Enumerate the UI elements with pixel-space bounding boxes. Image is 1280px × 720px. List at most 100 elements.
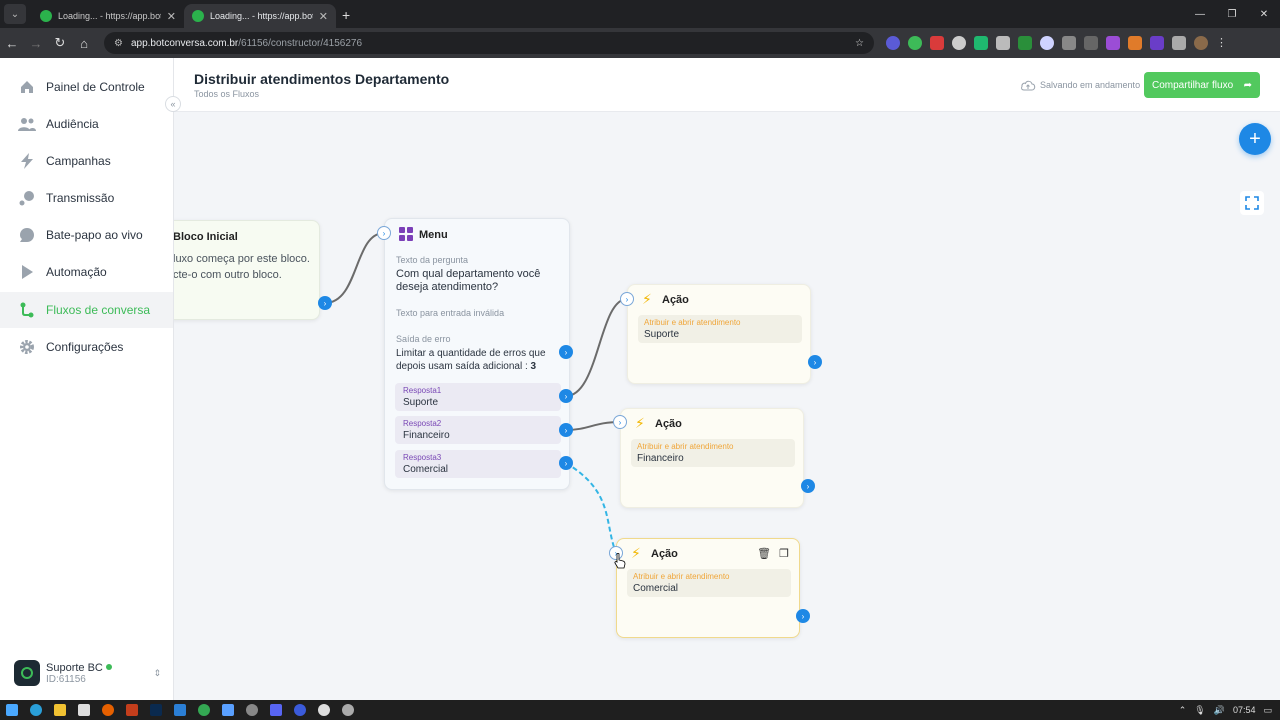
- new-tab-button[interactable]: +: [342, 7, 350, 23]
- chrome-icon[interactable]: [198, 704, 210, 716]
- share-arrow-icon: ➦: [1243, 79, 1252, 91]
- response3-port[interactable]: ›: [559, 456, 573, 470]
- action-output-port[interactable]: ›: [801, 479, 815, 493]
- sidebar-item-label: Transmissão: [46, 191, 115, 205]
- extension-icon[interactable]: [1128, 36, 1142, 50]
- page-title: Distribuir atendimentos Departamento: [194, 71, 450, 87]
- action-output-port[interactable]: ›: [796, 609, 810, 623]
- start-block-output-port[interactable]: ›: [318, 296, 332, 310]
- sidebar-item-fluxos[interactable]: Fluxos de conversa: [0, 292, 173, 328]
- browser-tab-1[interactable]: Loading... - https://app.botcon ✕: [32, 4, 184, 28]
- minimize-icon[interactable]: —: [1184, 0, 1216, 28]
- extensions-puzzle-icon[interactable]: [1172, 36, 1186, 50]
- calculator-icon[interactable]: [78, 704, 90, 716]
- discord-icon[interactable]: [270, 704, 282, 716]
- account-avatar: [14, 660, 40, 686]
- sidebar-item-transmissao[interactable]: Transmissão: [0, 180, 173, 216]
- browser-tab-2[interactable]: Loading... - https://app.botcon ✕: [184, 4, 336, 28]
- extension-icon[interactable]: [952, 36, 966, 50]
- extension-icon[interactable]: [974, 36, 988, 50]
- sidebar-item-bate-papo[interactable]: Bate-papo ao vivo: [0, 217, 173, 253]
- account-name: Suporte BC: [46, 661, 103, 674]
- extension-icon[interactable]: [1018, 36, 1032, 50]
- back-icon[interactable]: ←: [0, 36, 24, 51]
- connection-menu-suporte: [565, 298, 628, 397]
- sidebar-item-label: Campanhas: [46, 154, 111, 168]
- close-window-icon[interactable]: ✕: [1248, 0, 1280, 28]
- app-icon[interactable]: [318, 704, 330, 716]
- response2-port[interactable]: ›: [559, 423, 573, 437]
- browser-menu-icon[interactable]: ⋮: [1216, 36, 1230, 50]
- firefox-icon[interactable]: [102, 704, 114, 716]
- chevron-up-icon[interactable]: ⌃: [1179, 705, 1187, 716]
- flow-icon: [18, 301, 36, 319]
- connection-menu-comercial-dragging: [565, 462, 617, 554]
- windows-start-icon[interactable]: [6, 704, 18, 716]
- photoshop-icon[interactable]: [150, 704, 162, 716]
- extension-icon[interactable]: [1150, 36, 1164, 50]
- sidebar-item-label: Fluxos de conversa: [46, 303, 151, 317]
- app-icon[interactable]: [246, 704, 258, 716]
- tab-title: Loading... - https://app.botcon: [210, 11, 313, 21]
- extension-icon[interactable]: [1106, 36, 1120, 50]
- reload-icon[interactable]: ↻: [48, 35, 72, 51]
- extension-icon[interactable]: [1084, 36, 1098, 50]
- close-tab-icon[interactable]: ✕: [319, 10, 328, 23]
- sidebar-item-audiencia[interactable]: Audiência: [0, 106, 173, 142]
- botconversa-favicon-icon: [40, 10, 52, 22]
- app-icon[interactable]: [126, 704, 138, 716]
- forward-icon[interactable]: →: [24, 36, 48, 51]
- app-icon[interactable]: [222, 704, 234, 716]
- bookmark-star-icon[interactable]: ☆: [855, 38, 864, 49]
- share-flow-button[interactable]: Compartilhar fluxo ➦: [1144, 72, 1260, 98]
- app-icon[interactable]: [342, 704, 354, 716]
- switch-account-icon[interactable]: ⇕: [153, 668, 161, 679]
- account-switcher[interactable]: Suporte BC ID:61156 ⇕: [0, 648, 173, 698]
- window-controls: — ❐ ✕: [1184, 0, 1280, 28]
- app-icon[interactable]: [294, 704, 306, 716]
- users-icon: [18, 115, 36, 133]
- extension-icon[interactable]: [886, 36, 900, 50]
- file-explorer-icon[interactable]: [54, 704, 66, 716]
- flow-header: Distribuir atendimentos Departamento Tod…: [174, 58, 1280, 112]
- restore-icon[interactable]: ❐: [1216, 0, 1248, 28]
- extension-icon[interactable]: [1062, 36, 1076, 50]
- profile-avatar-icon[interactable]: [1194, 36, 1208, 50]
- action-input-port[interactable]: ›: [620, 292, 634, 306]
- sidebar-item-campanhas[interactable]: Campanhas: [0, 143, 173, 179]
- extension-icon[interactable]: [908, 36, 922, 50]
- collapse-sidebar-button[interactable]: «: [165, 96, 181, 112]
- tab-search-button[interactable]: ⌄: [4, 4, 26, 24]
- browser-tab-bar: ⌄ Loading... - https://app.botcon ✕ Load…: [0, 0, 1280, 28]
- microphone-icon[interactable]: 🎙: [1194, 705, 1205, 716]
- notifications-icon[interactable]: ▭: [1263, 705, 1272, 716]
- volume-icon[interactable]: 🔊: [1214, 705, 1225, 716]
- sidebar-item-painel[interactable]: Painel de Controle: [0, 69, 173, 105]
- site-info-icon[interactable]: ⚙: [114, 38, 123, 49]
- edge-icon[interactable]: [30, 704, 42, 716]
- breadcrumb[interactable]: Todos os Fluxos: [194, 89, 259, 99]
- flow-canvas[interactable]: + Bloco Inicial luxo começa por este blo…: [174, 112, 1280, 700]
- cloud-upload-icon: [1021, 80, 1036, 91]
- home-icon[interactable]: ⌂: [72, 36, 96, 51]
- sidebar-item-configuracoes[interactable]: Configurações: [0, 329, 173, 365]
- extension-icon[interactable]: [996, 36, 1010, 50]
- action-input-port[interactable]: ›: [613, 415, 627, 429]
- sidebar-item-label: Bate-papo ao vivo: [46, 228, 143, 242]
- play-icon: [18, 263, 36, 281]
- error-exit-port[interactable]: ›: [559, 345, 573, 359]
- menu-input-port[interactable]: ›: [377, 226, 391, 240]
- action-output-port[interactable]: ›: [808, 355, 822, 369]
- address-bar[interactable]: ⚙ app.botconversa.com.br/61156/construct…: [104, 32, 874, 54]
- app-icon[interactable]: [174, 704, 186, 716]
- response1-port[interactable]: ›: [559, 389, 573, 403]
- extensions-area: ⋮: [886, 36, 1230, 50]
- sidebar-item-automacao[interactable]: Automação: [0, 254, 173, 290]
- extension-icon[interactable]: [1040, 36, 1054, 50]
- sidebar: Painel de Controle Audiência Campanhas T…: [0, 58, 174, 700]
- extension-icon[interactable]: [930, 36, 944, 50]
- gear-icon: [18, 338, 36, 356]
- clock[interactable]: 07:54: [1233, 705, 1256, 715]
- system-tray: ⌃ 🎙 🔊 07:54 ▭: [1179, 700, 1272, 720]
- close-tab-icon[interactable]: ✕: [167, 10, 176, 23]
